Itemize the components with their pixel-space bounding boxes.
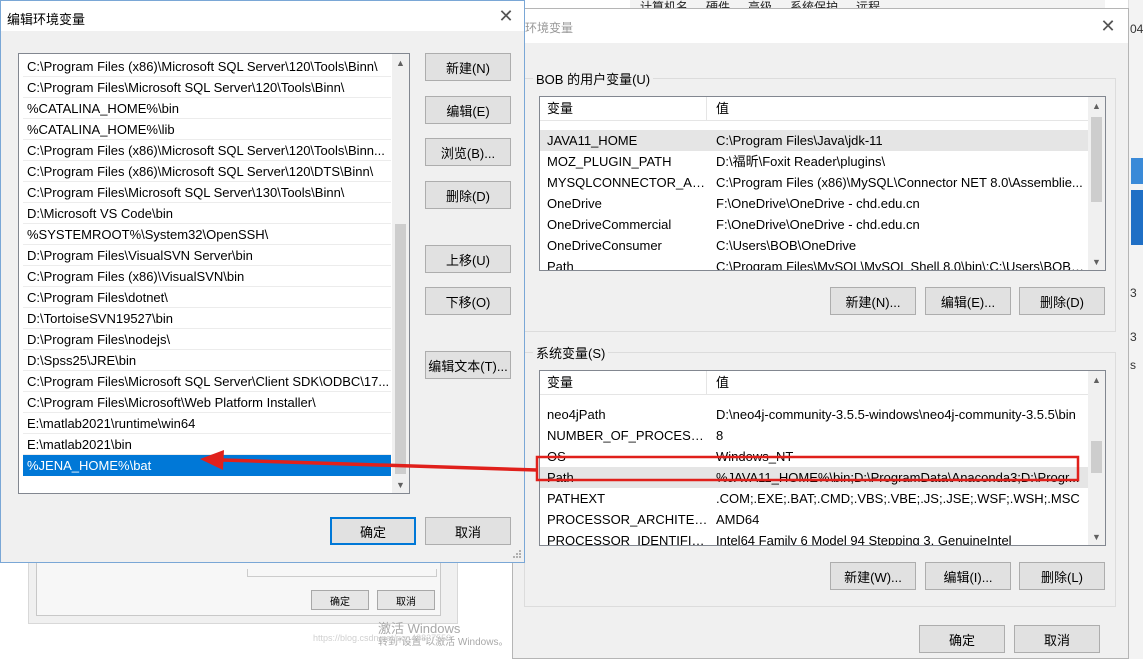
annotation-arrow [221, 458, 538, 472]
arrow-head-icon [200, 450, 224, 470]
annotation-overlay [200, 450, 1080, 482]
csdn-watermark: https://blog.csdn.net/qq_43827550 [313, 633, 452, 643]
highlight-box [535, 455, 1080, 482]
